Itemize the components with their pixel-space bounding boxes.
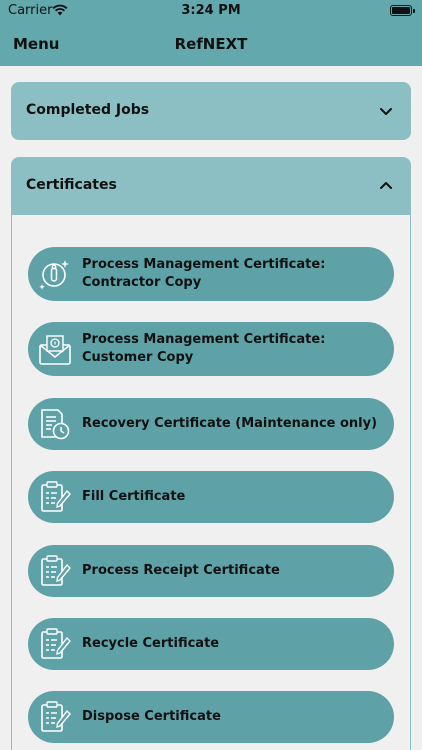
document-clock-icon [41, 409, 70, 440]
page-title: RefNEXT [174, 35, 248, 53]
status-bar: Carrier 3:24 PM [0, 0, 422, 22]
cert-customer-copy-button[interactable]: Process Management Certificate: Customer… [28, 322, 394, 376]
cert-label: Process Management Certificate: Contract… [82, 257, 326, 290]
cert-label: Process Receipt Certificate [82, 563, 280, 578]
certificates-label: Certificates [26, 177, 117, 193]
clock: 3:24 PM [181, 3, 241, 18]
completed-jobs-header[interactable]: Completed Jobs [11, 82, 411, 140]
certificate-person-icon [39, 260, 69, 290]
certificates-header[interactable]: Certificates [11, 157, 411, 215]
clipboard-pen-icon [41, 701, 71, 732]
cert-label: Recycle Certificate [82, 636, 220, 651]
cert-contractor-copy-button[interactable]: Process Management Certificate: Contract… [28, 247, 394, 301]
cert-recycle-button[interactable]: Recycle Certificate [28, 618, 394, 670]
cert-label: Dispose Certificate [82, 709, 221, 724]
chevron-up-icon [380, 182, 392, 189]
cert-label: Fill Certificate [82, 489, 186, 504]
completed-jobs-label: Completed Jobs [26, 102, 150, 118]
cert-label: Process Management Certificate: Customer… [82, 332, 326, 365]
cert-recovery-button[interactable]: Recovery Certificate (Maintenance only) [28, 398, 394, 450]
chevron-down-icon [380, 108, 392, 115]
cert-fill-button[interactable]: Fill Certificate [28, 471, 394, 523]
cert-dispose-button[interactable]: Dispose Certificate [28, 691, 394, 743]
cert-label: Recovery Certificate (Maintenance only) [82, 416, 378, 431]
clipboard-pen-icon [41, 555, 71, 586]
top-bar: Carrier 3:24 PM Menu RefNEXT [0, 0, 422, 66]
cert-process-receipt-button[interactable]: Process Receipt Certificate [28, 545, 394, 597]
envelope-certificate-icon [39, 335, 71, 365]
clipboard-pen-icon [41, 628, 71, 659]
clipboard-pen-icon [41, 481, 71, 512]
battery-icon [390, 5, 415, 16]
